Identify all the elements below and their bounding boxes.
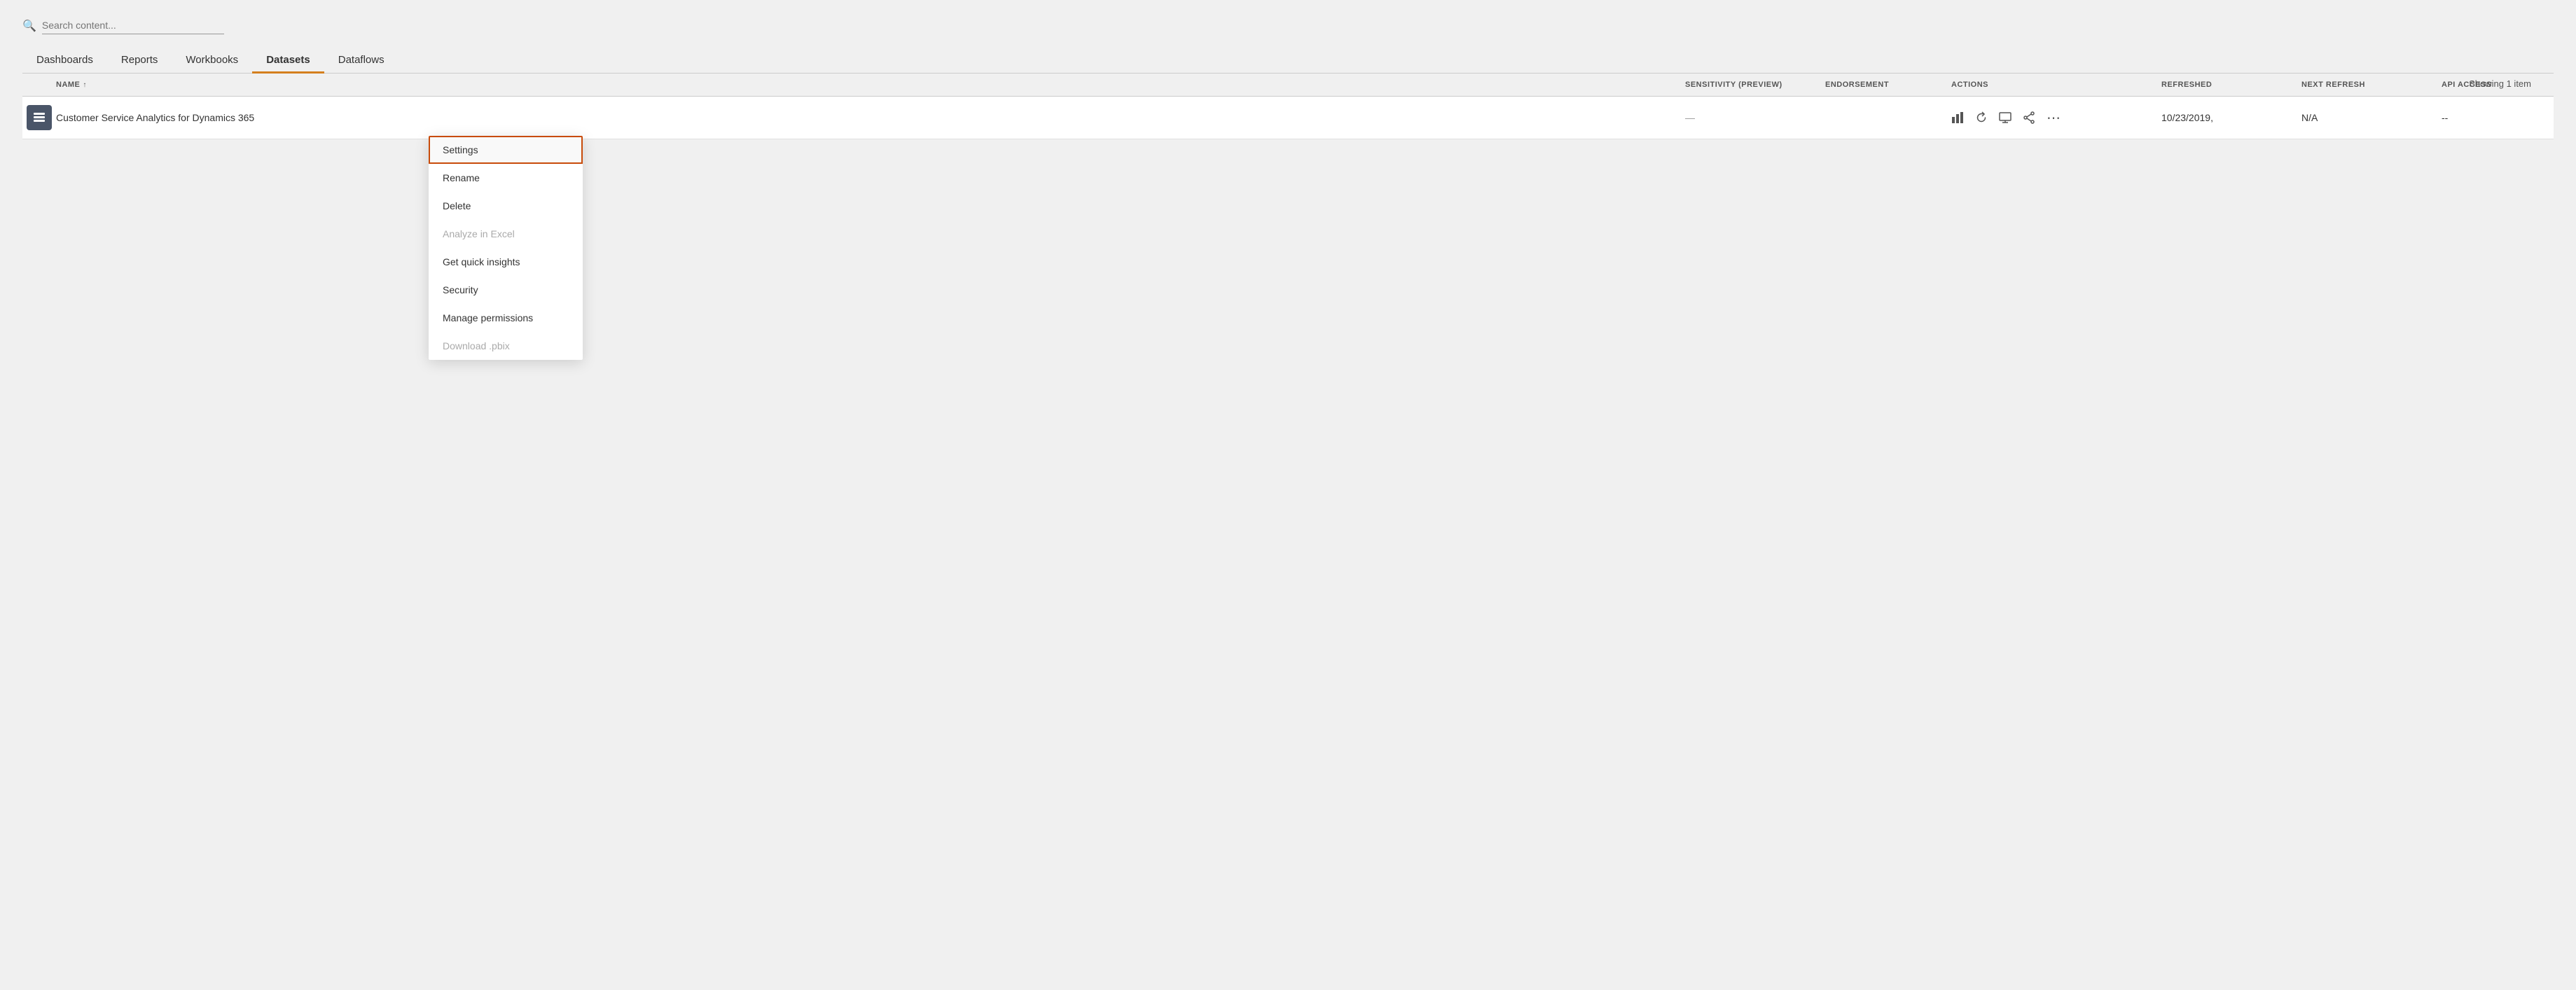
col-header-endorsement: ENDORSEMENT <box>1825 81 1951 89</box>
refresh-icon-svg <box>1975 111 1988 124</box>
sort-asc-icon: ↑ <box>83 81 87 89</box>
dataset-name[interactable]: Customer Service Analytics for Dynamics … <box>56 112 1685 123</box>
refreshed-value: 10/23/2019, <box>2161 112 2301 123</box>
col-header-next-refresh: NEXT REFRESH <box>2301 81 2442 89</box>
menu-item-download-pbix: Download .pbix <box>429 332 583 360</box>
menu-item-delete[interactable]: Delete <box>429 192 583 220</box>
more-options-icon[interactable]: ⋯ <box>2047 109 2061 127</box>
tab-datasets[interactable]: Datasets <box>252 48 324 74</box>
dropdown-menu: Settings Rename Delete Analyze in Excel … <box>429 136 583 360</box>
search-icon: 🔍 <box>22 19 36 33</box>
showing-count: Showing 1 item <box>2469 78 2531 89</box>
search-input[interactable] <box>42 17 224 34</box>
col-header-sensitivity: SENSITIVITY (preview) <box>1685 81 1825 89</box>
menu-item-quick-insights[interactable]: Get quick insights <box>429 248 583 276</box>
table-row: Customer Service Analytics for Dynamics … <box>22 97 2554 139</box>
tab-workbooks[interactable]: Workbooks <box>172 48 252 74</box>
sensitivity-value: — <box>1685 112 1825 123</box>
tabs-bar: Dashboards Reports Workbooks Datasets Da… <box>22 48 2554 74</box>
col-header-actions: ACTIONS <box>1951 81 2161 89</box>
tab-dashboards[interactable]: Dashboards <box>22 48 107 74</box>
menu-item-settings[interactable]: Settings <box>429 136 583 164</box>
chart-icon[interactable] <box>1951 111 1964 124</box>
next-refresh-value: N/A <box>2301 112 2442 123</box>
table-header: NAME ↑ SENSITIVITY (preview) ENDORSEMENT… <box>22 74 2554 97</box>
tab-dataflows[interactable]: Dataflows <box>324 48 399 74</box>
menu-item-rename[interactable]: Rename <box>429 164 583 192</box>
share-icon-svg <box>2023 111 2035 124</box>
share-icon[interactable] <box>2023 111 2035 124</box>
dataset-icon-cell <box>22 105 56 130</box>
datasets-table: NAME ↑ SENSITIVITY (preview) ENDORSEMENT… <box>22 74 2554 139</box>
col-header-name[interactable]: NAME ↑ <box>56 81 1685 89</box>
menu-item-security[interactable]: Security <box>429 276 583 304</box>
monitor-icon-svg <box>1999 111 2011 124</box>
api-access-value: -- <box>2442 112 2554 123</box>
dataset-icon <box>27 105 52 130</box>
menu-item-manage-permissions[interactable]: Manage permissions <box>429 304 583 332</box>
col-header-refreshed: REFRESHED <box>2161 81 2301 89</box>
menu-item-analyze-excel: Analyze in Excel <box>429 220 583 248</box>
refresh-icon[interactable] <box>1975 111 1988 124</box>
database-icon <box>32 111 46 125</box>
analyze-icon-svg <box>1951 111 1964 124</box>
context-menu: Settings Rename Delete Analyze in Excel … <box>429 136 583 360</box>
actions-col: ⋯ <box>1951 109 2161 127</box>
compute-icon[interactable] <box>1999 111 2011 124</box>
tab-reports[interactable]: Reports <box>107 48 172 74</box>
